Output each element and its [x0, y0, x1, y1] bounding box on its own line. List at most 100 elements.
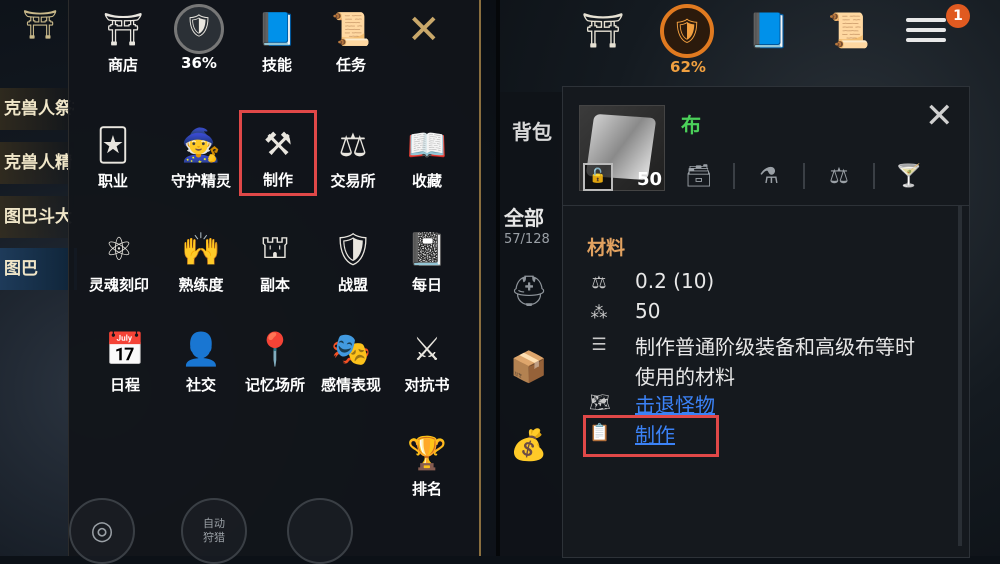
quest-item[interactable]: 克兽人精 — [0, 142, 74, 184]
item-name: 布 — [681, 113, 701, 137]
menu-crafting[interactable]: ⚒ 制作 — [239, 110, 317, 196]
detail-scrollbar[interactable] — [958, 206, 962, 546]
item-quantity: 50 — [637, 169, 663, 190]
class-card-icon: 🃏 — [96, 126, 130, 164]
atom-icon: ⚛ — [104, 230, 134, 268]
menu-skills[interactable]: 📘 技能 — [237, 6, 317, 75]
menu-dungeon[interactable]: ⛫ 副本 — [235, 226, 315, 295]
lock-icon[interactable]: 🔓 — [583, 163, 613, 191]
menu-label: 对抗书 — [404, 376, 450, 394]
skill-book-icon[interactable]: 📘 — [742, 6, 796, 56]
storage-chest-icon[interactable]: 🗃 — [679, 159, 719, 193]
bag-count: 57/128 — [504, 232, 550, 247]
menu-social[interactable]: 👤 社交 — [161, 326, 241, 395]
close-icon[interactable]: ✕ — [407, 10, 441, 50]
scales-icon[interactable]: ⚖ — [819, 159, 859, 193]
menu-ranking[interactable]: 🏆 排名 — [387, 430, 467, 499]
menu-label: 职业 — [97, 172, 128, 190]
daily-notebook-icon: 📓 — [407, 230, 447, 268]
separator — [873, 163, 875, 189]
menu-label: 战盟 — [337, 276, 368, 294]
main-menu-panel: ⛩ 商店 🛡 36% 📘 技能 📜 任务 ✕ 🃏 职业 🧙 守护精灵 ⚒ 制作 … — [68, 0, 481, 564]
quest-item[interactable]: 图巴斗大 — [0, 196, 74, 238]
notification-badge: 1 — [946, 4, 970, 28]
helmet-icon[interactable]: ⛑ — [506, 268, 552, 314]
menu-label: 商店 — [107, 56, 138, 74]
menu-soul-engrave[interactable]: ⚛ 灵魂刻印 — [79, 226, 159, 295]
auto-hunt-label: 自动 狩猎 — [203, 517, 225, 544]
menu-emotes[interactable]: 🎭 感情表现 — [311, 326, 391, 395]
menu-label: 熟练度 — [178, 276, 224, 294]
item-stack: 50 — [635, 299, 661, 323]
open-book-icon: 📖 — [407, 126, 447, 164]
masks-icon: 🎭 — [331, 330, 371, 368]
crossed-swords-icon: ⚔ — [412, 330, 442, 368]
gauge-icon: 🛡 — [174, 4, 224, 54]
box-icon[interactable]: 📦 — [506, 344, 552, 390]
skill-slot-button[interactable] — [287, 498, 353, 564]
person-add-icon: 👤 — [181, 330, 221, 368]
source-link-crafting[interactable]: 制作 — [635, 419, 675, 448]
quest-label: 图巴 — [4, 259, 38, 279]
menu-alliance[interactable]: 🛡 战盟 — [313, 226, 393, 295]
shop-icon: ⛩ — [102, 10, 144, 48]
menu-gauge[interactable]: 🛡 36% — [159, 4, 239, 72]
stack-icon: ⁂ — [590, 303, 608, 323]
menu-exchange[interactable]: ⚖ 交易所 — [313, 122, 393, 191]
menu-label: 交易所 — [330, 172, 376, 190]
menu-label: 每日 — [411, 276, 442, 294]
divider — [563, 205, 969, 206]
material-bag-icon[interactable]: 💰 — [506, 422, 552, 468]
menu-schedule[interactable]: 📅 日程 — [85, 326, 165, 395]
durability-gauge[interactable]: 🛡 62% — [660, 4, 716, 76]
menu-collection[interactable]: 📖 收藏 — [387, 122, 467, 191]
quest-item-active[interactable]: 图巴 — [0, 248, 77, 290]
decompose-icon[interactable]: ⚗ — [749, 159, 789, 193]
item-detail-panel: 🔓 50 布 🗃 ⚗ ⚖ 🍸 ✕ 材料 ⚖ 0.2 (10) ⁂ 50 ☰ 制作… — [562, 86, 970, 558]
menu-shop[interactable]: ⛩ 商店 — [83, 6, 163, 75]
menu-quests[interactable]: 📜 任务 — [311, 6, 391, 75]
map-pin-icon: 📍 — [255, 330, 295, 368]
menu-proficiency[interactable]: 🙌 熟练度 — [161, 226, 241, 295]
menu-class[interactable]: 🃏 职业 — [73, 122, 153, 191]
menu-label: 记忆场所 — [244, 376, 305, 394]
item-category: 材料 — [587, 237, 626, 259]
menu-label: 技能 — [261, 56, 292, 74]
quest-item[interactable]: 克兽人祭祀长 — [0, 88, 74, 130]
item-actions-bar: 🗃 ⚗ ⚖ 🍸 — [679, 159, 929, 193]
armor-gauge-icon: 🛡 — [660, 4, 714, 58]
item-weight: 0.2 (10) — [635, 269, 715, 293]
shop-icon[interactable]: ⛩ — [576, 6, 630, 56]
hammer-wrench-icon: ⚒ — [263, 125, 293, 163]
bag-sidebar: 背包 全部 57/128 ⛑ 📦 💰 — [500, 92, 562, 556]
quest-label: 克兽人祭祀长 — [4, 99, 74, 119]
menu-label: 制作 — [262, 171, 293, 189]
menu-label: 排名 — [411, 480, 442, 498]
separator — [733, 163, 735, 189]
gate-icon: ⛫ — [260, 228, 290, 266]
item-description-line2: 使用的材料 — [635, 365, 735, 389]
radar-button[interactable]: ◎ — [69, 498, 135, 564]
guardian-spirit-icon: 🧙 — [181, 126, 221, 164]
menu-label: 36% — [181, 54, 217, 72]
menu-label: 社交 — [185, 376, 216, 394]
auto-hunt-button[interactable]: 自动 狩猎 — [181, 498, 247, 564]
menu-memory-place[interactable]: 📍 记忆场所 — [235, 326, 315, 395]
goblet-icon[interactable]: 🍸 — [889, 159, 929, 193]
source-link-monsters[interactable]: 击退怪物 — [635, 389, 715, 418]
quest-label: 克兽人精 — [4, 153, 72, 173]
quest-label: 图巴斗大 — [4, 207, 72, 227]
filter-all-tab[interactable]: 全部 — [504, 202, 544, 231]
gauge-percent: 62% — [670, 58, 706, 76]
menu-guardian[interactable]: 🧙 守护精灵 — [161, 122, 241, 191]
menu-label: 副本 — [259, 276, 290, 294]
hamburger-menu-button[interactable] — [906, 12, 946, 48]
scroll-icon[interactable]: 📜 — [822, 6, 876, 56]
clipboard-check-icon: 📋 — [589, 423, 611, 443]
menu-daily[interactable]: 📓 每日 — [387, 226, 467, 295]
menu-label: 守护精灵 — [170, 172, 231, 190]
item-description-line1: 制作普通阶级装备和高级布等时 — [635, 335, 915, 359]
menu-challenge[interactable]: ⚔ 对抗书 — [387, 326, 467, 395]
close-icon[interactable]: ✕ — [925, 99, 954, 133]
description-icon: ☰ — [591, 335, 607, 355]
